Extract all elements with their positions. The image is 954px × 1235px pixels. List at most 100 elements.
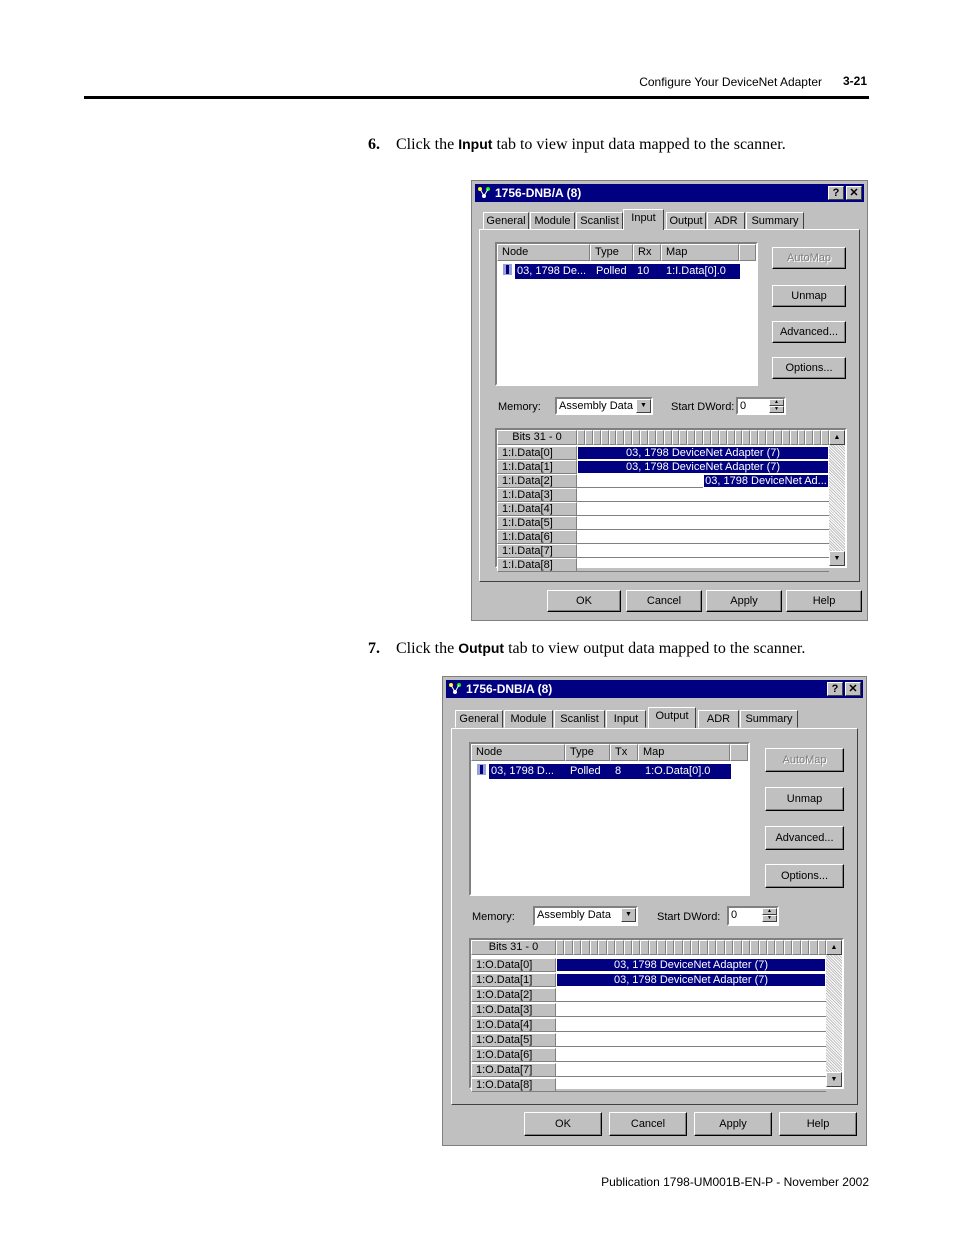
mapped-cell[interactable]: 03, 1798 DeviceNet Adapter (7) <box>556 973 826 987</box>
bit-map-grid[interactable]: Bits 31 - 0 1:O.Data[0] 03, 1798 DeviceN… <box>469 938 844 1092</box>
help-question-icon[interactable]: ? <box>828 186 844 200</box>
col-type[interactable]: Type <box>565 744 610 761</box>
ok-button[interactable]: OK <box>547 590 621 612</box>
tab-adr[interactable]: ADR <box>707 212 745 230</box>
tab-output[interactable]: Output <box>648 707 696 728</box>
scroll-down-icon[interactable]: ▼ <box>826 1072 842 1087</box>
scan-list[interactable]: Node Type Rx Map 03, 1798 De... Polled 1… <box>495 242 758 386</box>
grid-row[interactable]: 1:O.Data[6] <box>471 1048 826 1062</box>
empty-cell[interactable] <box>577 474 703 488</box>
empty-cell[interactable] <box>556 1078 826 1092</box>
tab-general[interactable]: General <box>483 212 529 230</box>
memory-select[interactable]: Assembly Data ▼ <box>533 906 638 926</box>
scroll-up-icon[interactable]: ▲ <box>826 940 842 955</box>
automap-button[interactable]: AutoMap <box>772 247 846 269</box>
grid-row[interactable]: 1:O.Data[0] 03, 1798 DeviceNet Adapter (… <box>471 958 826 972</box>
empty-cell[interactable] <box>556 1033 826 1047</box>
start-dword-spinner[interactable]: 0 ▲ ▼ <box>727 906 779 926</box>
cancel-button[interactable]: Cancel <box>609 1112 687 1136</box>
empty-cell[interactable] <box>577 488 829 502</box>
empty-cell[interactable] <box>577 544 829 558</box>
cancel-button[interactable]: Cancel <box>626 590 702 612</box>
start-dword-spinner[interactable]: 0 ▲ ▼ <box>736 397 786 415</box>
grid-row[interactable]: 1:O.Data[3] <box>471 1003 826 1017</box>
automap-button[interactable]: AutoMap <box>765 748 844 772</box>
help-button[interactable]: Help <box>779 1112 857 1136</box>
advanced-button[interactable]: Advanced... <box>765 826 844 850</box>
empty-cell[interactable] <box>556 1063 826 1077</box>
advanced-button[interactable]: Advanced... <box>772 321 846 343</box>
mapped-cell[interactable]: 03, 1798 DeviceNet Ad... <box>703 474 829 488</box>
mapped-cell[interactable]: 03, 1798 DeviceNet Adapter (7) <box>577 446 829 460</box>
scroll-down-icon[interactable]: ▼ <box>829 551 845 566</box>
tab-general[interactable]: General <box>455 710 503 728</box>
ok-button[interactable]: OK <box>524 1112 602 1136</box>
tab-scanlist[interactable]: Scanlist <box>554 710 605 728</box>
empty-cell[interactable] <box>556 1018 826 1032</box>
scroll-up-icon[interactable]: ▲ <box>829 430 845 445</box>
close-icon[interactable]: ✕ <box>846 186 862 200</box>
grid-row[interactable]: 1:I.Data[0] 03, 1798 DeviceNet Adapter (… <box>497 446 829 460</box>
tab-input[interactable]: Input <box>606 710 646 728</box>
spin-down-icon[interactable]: ▼ <box>769 406 784 413</box>
mapped-cell[interactable]: 03, 1798 DeviceNet Adapter (7) <box>577 460 829 474</box>
spin-up-icon[interactable]: ▲ <box>762 908 777 915</box>
empty-cell[interactable] <box>577 558 829 572</box>
help-button[interactable]: Help <box>786 590 862 612</box>
spin-down-icon[interactable]: ▼ <box>762 915 777 922</box>
empty-cell[interactable] <box>577 530 829 544</box>
spin-up-icon[interactable]: ▲ <box>769 399 784 406</box>
tab-output[interactable]: Output <box>666 212 706 230</box>
apply-button[interactable]: Apply <box>694 1112 772 1136</box>
unmap-button[interactable]: Unmap <box>772 285 846 307</box>
col-node[interactable]: Node <box>471 744 565 761</box>
mapped-cell[interactable]: 03, 1798 DeviceNet Adapter (7) <box>556 958 826 972</box>
options-button[interactable]: Options... <box>772 357 846 379</box>
tab-summary[interactable]: Summary <box>740 710 798 728</box>
grid-row[interactable]: 1:I.Data[8] <box>497 558 829 572</box>
col-rx[interactable]: Rx <box>633 244 661 261</box>
grid-row[interactable]: 1:I.Data[2] 03, 1798 DeviceNet Ad... <box>497 474 829 488</box>
apply-button[interactable]: Apply <box>706 590 782 612</box>
grid-row[interactable]: 1:O.Data[7] <box>471 1063 826 1077</box>
grid-row[interactable]: 1:I.Data[7] <box>497 544 829 558</box>
grid-row[interactable]: 1:O.Data[2] <box>471 988 826 1002</box>
empty-cell[interactable] <box>556 988 826 1002</box>
col-tx[interactable]: Tx <box>610 744 638 761</box>
grid-row[interactable]: 1:O.Data[1] 03, 1798 DeviceNet Adapter (… <box>471 973 826 987</box>
unmap-button[interactable]: Unmap <box>765 787 844 811</box>
col-map[interactable]: Map <box>638 744 730 761</box>
col-map[interactable]: Map <box>661 244 739 261</box>
grid-row[interactable]: 1:O.Data[4] <box>471 1018 826 1032</box>
tab-input[interactable]: Input <box>623 209 664 230</box>
grid-row[interactable]: 1:O.Data[8] <box>471 1078 826 1092</box>
scan-list[interactable]: Node Type Tx Map 03, 1798 D... Polled 8 … <box>469 742 750 896</box>
options-button[interactable]: Options... <box>765 864 844 888</box>
empty-cell[interactable] <box>556 1048 826 1062</box>
list-item[interactable]: 03, 1798 De... Polled 10 1:I.Data[0].0 <box>515 264 740 279</box>
grid-row[interactable]: 1:I.Data[5] <box>497 516 829 530</box>
tab-adr[interactable]: ADR <box>698 710 739 728</box>
empty-cell[interactable] <box>577 502 829 516</box>
list-item[interactable]: 03, 1798 D... Polled 8 1:O.Data[0].0 <box>489 764 731 779</box>
grid-row[interactable]: 1:O.Data[5] <box>471 1033 826 1047</box>
tab-module[interactable]: Module <box>530 212 575 230</box>
chevron-down-icon[interactable]: ▼ <box>621 908 636 922</box>
tab-module[interactable]: Module <box>504 710 553 728</box>
grid-row[interactable]: 1:I.Data[1] 03, 1798 DeviceNet Adapter (… <box>497 460 829 474</box>
close-icon[interactable]: ✕ <box>845 682 861 696</box>
memory-select[interactable]: Assembly Data ▼ <box>555 397 653 415</box>
col-type[interactable]: Type <box>590 244 633 261</box>
grid-row[interactable]: 1:I.Data[6] <box>497 530 829 544</box>
tab-summary[interactable]: Summary <box>746 212 804 230</box>
col-node[interactable]: Node <box>497 244 590 261</box>
chevron-down-icon[interactable]: ▼ <box>636 399 651 413</box>
vertical-scrollbar[interactable]: ▲ ▼ <box>829 430 845 566</box>
empty-cell[interactable] <box>577 516 829 530</box>
vertical-scrollbar[interactable]: ▲ ▼ <box>826 940 842 1087</box>
tab-scanlist[interactable]: Scanlist <box>576 212 623 230</box>
help-question-icon[interactable]: ? <box>827 682 843 696</box>
bit-map-grid[interactable]: Bits 31 - 0 1:I.Data[0] 03, 1798 DeviceN… <box>495 428 847 572</box>
grid-row[interactable]: 1:I.Data[3] <box>497 488 829 502</box>
grid-row[interactable]: 1:I.Data[4] <box>497 502 829 516</box>
